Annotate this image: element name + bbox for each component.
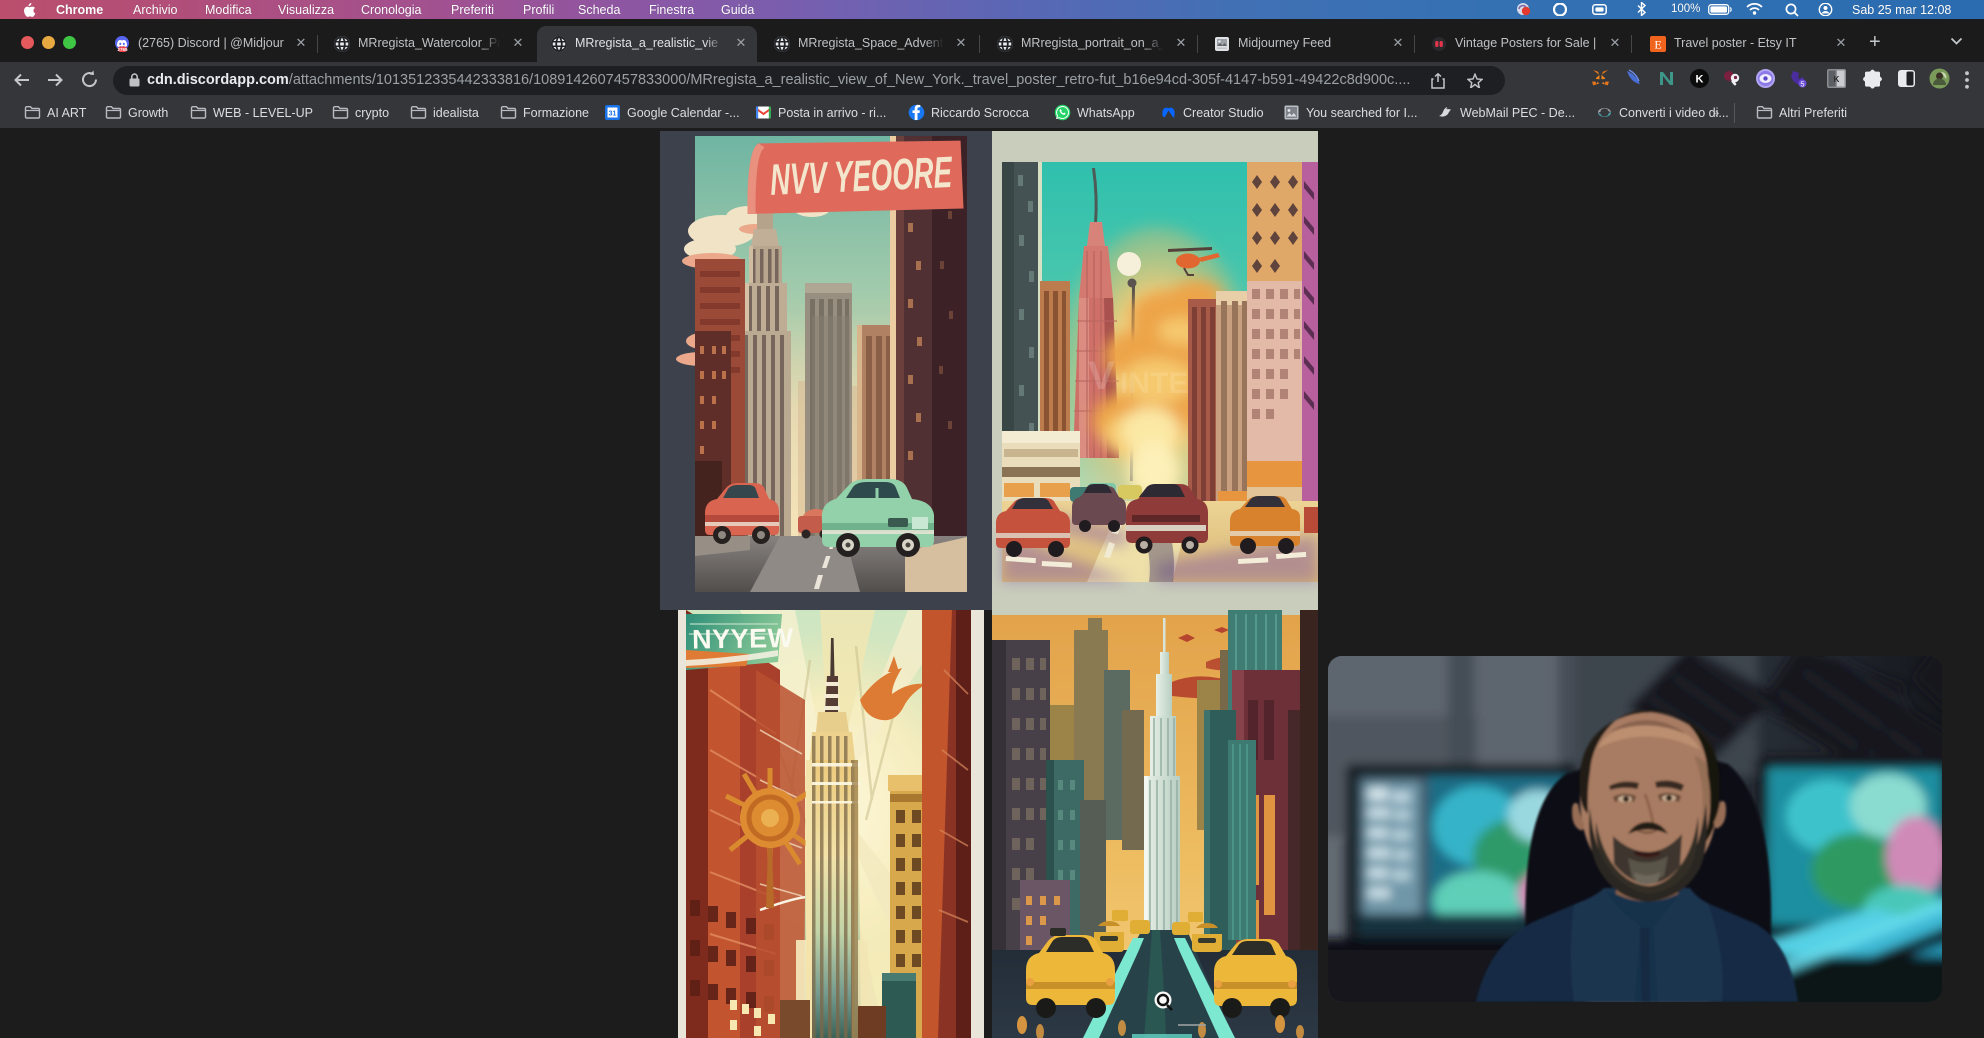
svg-text:V: V [1088, 354, 1115, 398]
svg-text:31: 31 [609, 111, 617, 118]
svg-text:INTE: INTE [1120, 367, 1188, 400]
svg-text:E: E [1654, 38, 1661, 52]
svg-text:5: 5 [1800, 79, 1804, 88]
svg-text:NYYEW: NYYEW [692, 623, 794, 655]
svg-text:2765: 2765 [117, 47, 128, 52]
svg-text:NVV YEOORE: NVV YEOORE [769, 148, 954, 205]
svg-text:K: K [1834, 75, 1840, 84]
svg-text:K: K [1696, 74, 1704, 86]
